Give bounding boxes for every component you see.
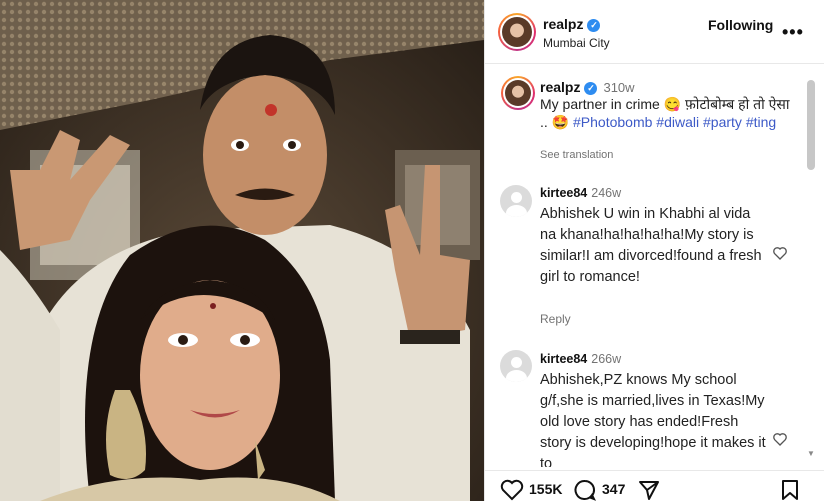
following-button[interactable]: Following <box>708 17 773 33</box>
likes-count[interactable]: 155K <box>529 481 562 497</box>
comment-header: kirtee84 246w <box>540 186 621 200</box>
like-comment-heart-icon[interactable] <box>772 431 788 447</box>
comment-timestamp[interactable]: 246w <box>591 186 621 200</box>
commenter-avatar[interactable] <box>500 350 532 382</box>
heart-icon[interactable] <box>500 479 524 501</box>
hashtag-link[interactable]: #party <box>703 114 742 130</box>
see-translation-link[interactable]: See translation <box>540 149 613 161</box>
selfie-image <box>0 0 484 501</box>
caption-timestamp[interactable]: 310w <box>603 80 634 95</box>
scroll-down-arrow-icon[interactable]: ▼ <box>807 449 815 458</box>
like-comment-heart-icon[interactable] <box>772 245 788 261</box>
more-options-icon[interactable]: ••• <box>782 22 803 42</box>
comments-count[interactable]: 347 <box>602 481 625 497</box>
caption-username[interactable]: realpz <box>540 79 580 95</box>
caption-text: My partner in crime 😋 फ़ोटोबोम्ब हो तो ऐ… <box>540 95 795 131</box>
reply-button[interactable]: Reply <box>540 312 571 326</box>
bookmark-icon[interactable] <box>781 479 799 501</box>
author-username[interactable]: realpz ✓ <box>543 16 601 32</box>
commenter-username[interactable]: kirtee84 <box>540 352 587 366</box>
post-photo[interactable] <box>0 0 484 501</box>
post-actions-bar: 155K 347 <box>485 470 824 501</box>
commenter-avatar[interactable] <box>500 185 532 217</box>
comment-header: kirtee84 266w <box>540 352 621 366</box>
caption-author-avatar[interactable] <box>501 76 535 110</box>
verified-badge-icon: ✓ <box>587 19 601 32</box>
comment-text: Abhishek,PZ knows My school g/f,she is m… <box>540 372 766 467</box>
verified-badge-icon: ✓ <box>584 82 598 95</box>
commenter-username[interactable]: kirtee84 <box>540 186 587 200</box>
comments-scrollbar[interactable] <box>807 80 815 170</box>
hashtag-link[interactable]: #diwali <box>656 114 699 130</box>
hashtag-link[interactable]: #Photobomb <box>573 114 652 130</box>
post-side-panel: realpz ✓ Mumbai City Following ••• realpz… <box>484 0 824 501</box>
hashtag-link[interactable]: #ting <box>746 114 776 130</box>
post-header: realpz ✓ Mumbai City Following ••• <box>485 0 824 64</box>
post-location[interactable]: Mumbai City <box>543 36 610 50</box>
comment-timestamp[interactable]: 266w <box>591 352 621 366</box>
comment-text: Abhishek U win in Khabhi al vida na khan… <box>540 206 762 285</box>
comment-bubble-icon[interactable] <box>573 479 597 501</box>
caption-header: realpz ✓ 310w <box>540 79 635 95</box>
paper-plane-icon[interactable] <box>638 479 660 501</box>
author-username-text[interactable]: realpz <box>543 16 583 32</box>
author-avatar[interactable] <box>498 13 536 51</box>
